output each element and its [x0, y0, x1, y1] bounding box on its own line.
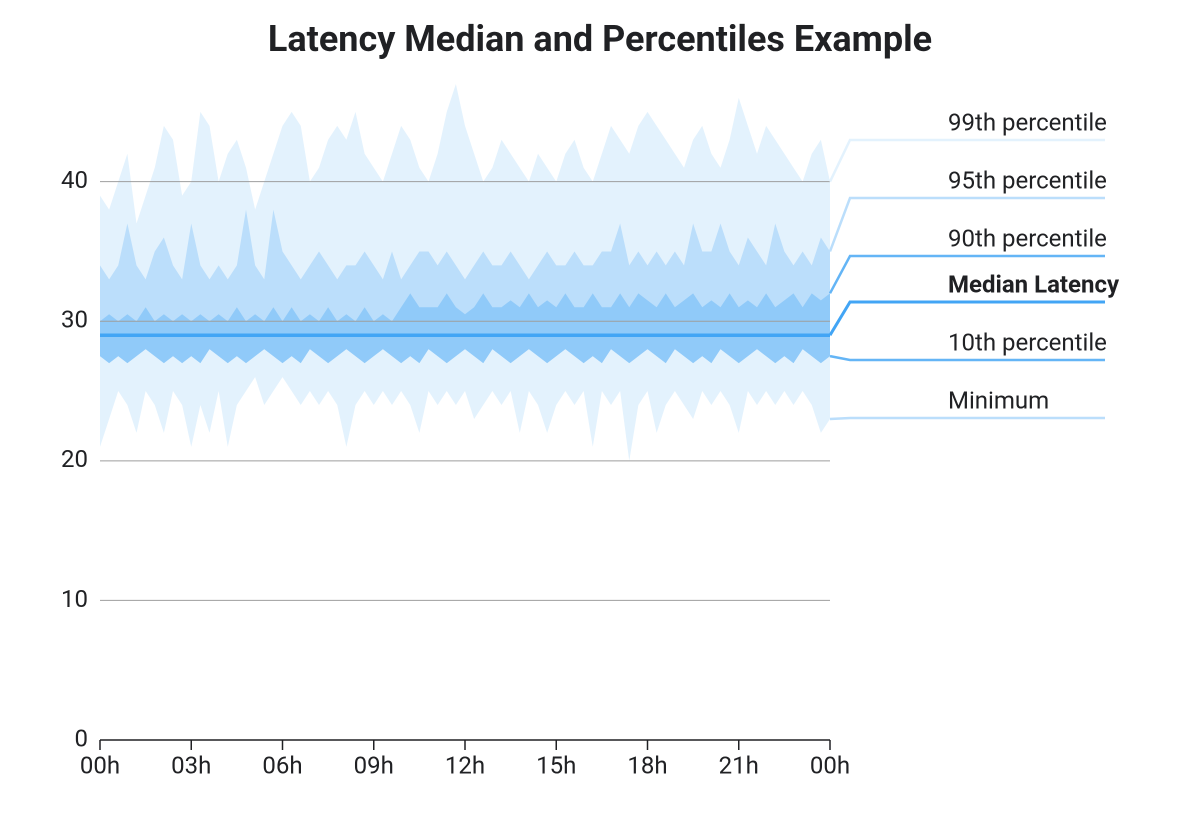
x-tick-label: 21h: [719, 752, 759, 780]
legend-label-p90: 90th percentile: [948, 224, 1107, 252]
legend-leader-p10: [830, 356, 1105, 360]
legend-leader-min: [830, 418, 1105, 419]
x-tick-label: 09h: [354, 752, 394, 780]
x-tick-label: 12h: [445, 752, 485, 780]
y-tick-label: 0: [75, 724, 89, 752]
x-tick-label: 03h: [171, 752, 211, 780]
x-tick-label: 18h: [627, 752, 667, 780]
legend-label-median: Median Latency: [948, 270, 1120, 298]
legend-label-p99: 99th percentile: [948, 108, 1107, 136]
y-tick-label: 10: [61, 585, 88, 613]
y-tick-label: 40: [61, 166, 88, 194]
x-tick-label: 00h: [810, 752, 850, 780]
legend-label-min: Minimum: [948, 386, 1049, 414]
x-tick-label: 06h: [262, 752, 302, 780]
latency-chart-svg: 0 10 20 30 40 00h 03h 06h 09h 12h 15h 18h 21h 00h 99th…: [0, 0, 1200, 814]
x-tick-label: 15h: [536, 752, 576, 780]
x-tick-label: 00h: [80, 752, 120, 780]
y-tick-label: 20: [61, 445, 88, 473]
legend-label-p10: 10th percentile: [948, 328, 1107, 356]
legend-label-p95: 95th percentile: [948, 166, 1107, 194]
y-tick-label: 30: [61, 306, 88, 334]
